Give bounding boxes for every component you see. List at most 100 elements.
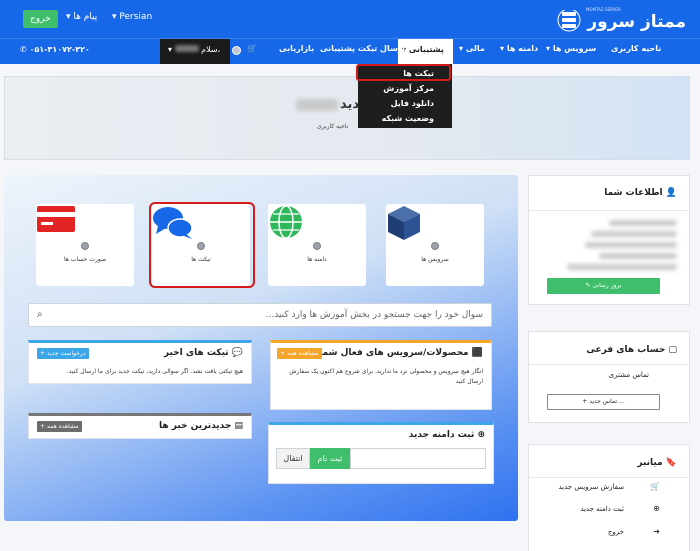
nav-billing-label: مالی bbox=[465, 44, 485, 53]
credit-card-icon bbox=[37, 206, 75, 232]
tile-invoices-label: صورت حساب ها bbox=[63, 256, 107, 263]
tickets-badge-label: درخواست جدید bbox=[46, 350, 86, 357]
language-menu[interactable]: ▾ Persian bbox=[112, 12, 152, 22]
box-icon bbox=[388, 206, 420, 240]
user-greeting[interactable]: ▾ سلام، bbox=[168, 45, 220, 54]
your-info-title: اطلاعات شما 👤 bbox=[604, 188, 677, 198]
dropdown-item-downloads[interactable]: دانلود فایل bbox=[358, 96, 452, 111]
update-info-button[interactable]: ✎ بروز رسانی bbox=[547, 278, 660, 294]
tile-invoices[interactable]: صورت حساب ها bbox=[36, 204, 134, 286]
arrow-right-icon: ➜ bbox=[653, 527, 660, 536]
blurred-info-line bbox=[609, 220, 677, 226]
folder-icon: ▢ bbox=[668, 345, 677, 355]
new-contact-label: تماس جدید ... bbox=[589, 398, 625, 405]
support-phone: ✆ ۰۵۱-۳۱۰۷۲-۳۲۰ bbox=[20, 45, 90, 54]
products-title: محصولات/سرویس های فعال شما ⬛ bbox=[319, 348, 483, 358]
search-icon[interactable]: ⌕ bbox=[37, 309, 43, 320]
cube-icon: ⬛ bbox=[471, 348, 483, 358]
user-greeting-label: سلام، bbox=[201, 45, 221, 54]
dropdown-item-network-status[interactable]: وضعیت شبکه bbox=[358, 111, 452, 126]
blurred-info-line bbox=[585, 242, 677, 248]
new-contact-button[interactable]: + تماس جدید ... bbox=[547, 394, 660, 410]
blurred-info-line bbox=[599, 253, 677, 259]
news-view-all-button[interactable]: + مشاهده همه bbox=[37, 421, 82, 432]
tile-services-label: سرویس ها bbox=[421, 256, 449, 263]
phone-number: ۰۵۱-۳۱۰۷۲-۳۲۰ bbox=[29, 45, 90, 54]
nav-item-affiliates[interactable]: بازاریابی bbox=[279, 44, 314, 53]
domain-title-text: ثبت دامنه جدید bbox=[408, 430, 475, 440]
user-icon: 👤 bbox=[665, 188, 677, 198]
nav-item-domains[interactable]: ▾ دامنه ها bbox=[500, 44, 538, 53]
products-badge-label: مشاهده همه bbox=[286, 350, 319, 357]
user-name-blurred bbox=[174, 45, 199, 52]
update-info-label: بروز رسانی bbox=[592, 282, 622, 289]
cart-small-icon: 🛒 bbox=[650, 482, 660, 491]
tile-count-dot bbox=[313, 242, 321, 250]
dropdown-item-knowledgebase[interactable]: مرکز آموزش bbox=[358, 81, 452, 96]
news-title: جدیدترین خبر ها ▤ bbox=[159, 421, 243, 431]
domain-register-button[interactable]: ثبت نام bbox=[310, 448, 350, 469]
nav-item-services[interactable]: ▾ سرویس ها bbox=[546, 44, 596, 53]
divider bbox=[529, 477, 689, 478]
globe-icon bbox=[270, 205, 302, 239]
divider bbox=[529, 364, 689, 365]
domain-transfer-button[interactable]: انتقال bbox=[276, 448, 310, 469]
nav-item-dashboard[interactable]: ناحیه کاربری bbox=[611, 44, 661, 53]
tile-services[interactable]: سرویس ها bbox=[386, 204, 484, 286]
domain-input[interactable] bbox=[350, 448, 486, 469]
products-title-text: محصولات/سرویس های فعال شما bbox=[319, 348, 469, 358]
logout-button[interactable]: خروج bbox=[23, 10, 58, 28]
hero-banner bbox=[4, 76, 690, 160]
products-view-all-button[interactable]: + مشاهده همه bbox=[277, 348, 322, 359]
shortcut-register-domain[interactable]: ثبت دامنه جدید bbox=[580, 505, 624, 513]
tile-tickets-highlight bbox=[149, 202, 255, 288]
shortcuts-title: میانبر 🔖 bbox=[637, 458, 677, 468]
news-badge-label: مشاهده همه bbox=[46, 423, 79, 430]
shortcut-logout[interactable]: خروج bbox=[608, 528, 624, 536]
blurred-info-line bbox=[591, 231, 677, 237]
divider bbox=[529, 210, 689, 211]
hero-name-blurred bbox=[296, 99, 338, 111]
tickets-highlight bbox=[356, 64, 451, 81]
tickets-title-text: تیکت های اخیر bbox=[163, 348, 229, 358]
contact-customer-label: تماس مشتری bbox=[608, 371, 649, 379]
kb-search-input[interactable]: ⌕ سوال خود را جهت جستجو در بخش آموزش ها … bbox=[28, 303, 492, 327]
nav-support-label: پشتیبانی bbox=[408, 45, 444, 54]
shortcut-order-service[interactable]: سفارش سرویس جدید bbox=[558, 483, 624, 491]
products-empty-text: انگار هیچ سرویس و محصولی نزد ما ندارید. … bbox=[289, 368, 483, 385]
comments-icon: 💬 bbox=[231, 348, 243, 358]
tile-count-dot bbox=[431, 242, 439, 250]
newspaper-icon: ▤ bbox=[234, 421, 243, 431]
logo-text: ممتاز سرور bbox=[587, 12, 686, 32]
new-ticket-button[interactable]: + درخواست جدید bbox=[37, 348, 89, 359]
news-title-text: جدیدترین خبر ها bbox=[158, 421, 232, 431]
notification-icon[interactable] bbox=[232, 46, 241, 55]
nav-services-label: سرویس ها bbox=[552, 44, 597, 53]
cart-icon[interactable]: 🛒 bbox=[247, 44, 257, 53]
tile-domains-label: دامنه ها bbox=[307, 256, 327, 263]
products-panel: محصولات/سرویس های فعال شما ⬛ + مشاهده هم… bbox=[270, 340, 492, 410]
messages-menu[interactable]: ▾ پیام ها bbox=[66, 12, 97, 22]
blurred-info-line bbox=[567, 264, 677, 270]
nav-item-open-ticket[interactable]: ارسال تیکت پشتیبانی bbox=[320, 44, 405, 53]
bookmark-icon: 🔖 bbox=[665, 458, 677, 468]
shortcuts-title-text: میانبر bbox=[637, 458, 663, 468]
search-placeholder: سوال خود را جهت جستجو در بخش آموزش ها وا… bbox=[265, 310, 483, 320]
nav-item-support[interactable]: ▾ پشتیبانی bbox=[402, 45, 444, 54]
tickets-panel: تیکت های اخیر 💬 + درخواست جدید هیچ تیکتی… bbox=[28, 340, 252, 384]
nav-domains-label: دامنه ها bbox=[506, 44, 539, 53]
tickets-empty-text: هیچ تیکتی یافت نشد. اگر سوالی دارید، تیک… bbox=[66, 368, 243, 375]
messages-label: پیام ها bbox=[73, 12, 98, 22]
language-label: Persian bbox=[119, 12, 153, 22]
nav-item-billing[interactable]: ▾ مالی bbox=[459, 44, 485, 53]
globe-small-icon: ⊕ bbox=[477, 430, 485, 440]
subaccounts-title-text: حساب های فرعی bbox=[586, 345, 666, 355]
domain-title: ثبت دامنه جدید ⊕ bbox=[409, 430, 485, 440]
tile-domains[interactable]: دامنه ها bbox=[268, 204, 366, 286]
tile-count-dot bbox=[81, 242, 89, 250]
subaccounts-title: حساب های فرعی ▢ bbox=[586, 345, 677, 355]
site-logo[interactable]: MOMTAZ SERVER ممتاز سرور bbox=[556, 6, 686, 34]
tickets-title: تیکت های اخیر 💬 bbox=[164, 348, 243, 358]
your-info-title-text: اطلاعات شما bbox=[604, 188, 663, 198]
breadcrumb[interactable]: ناحیه کاربری bbox=[317, 123, 348, 130]
